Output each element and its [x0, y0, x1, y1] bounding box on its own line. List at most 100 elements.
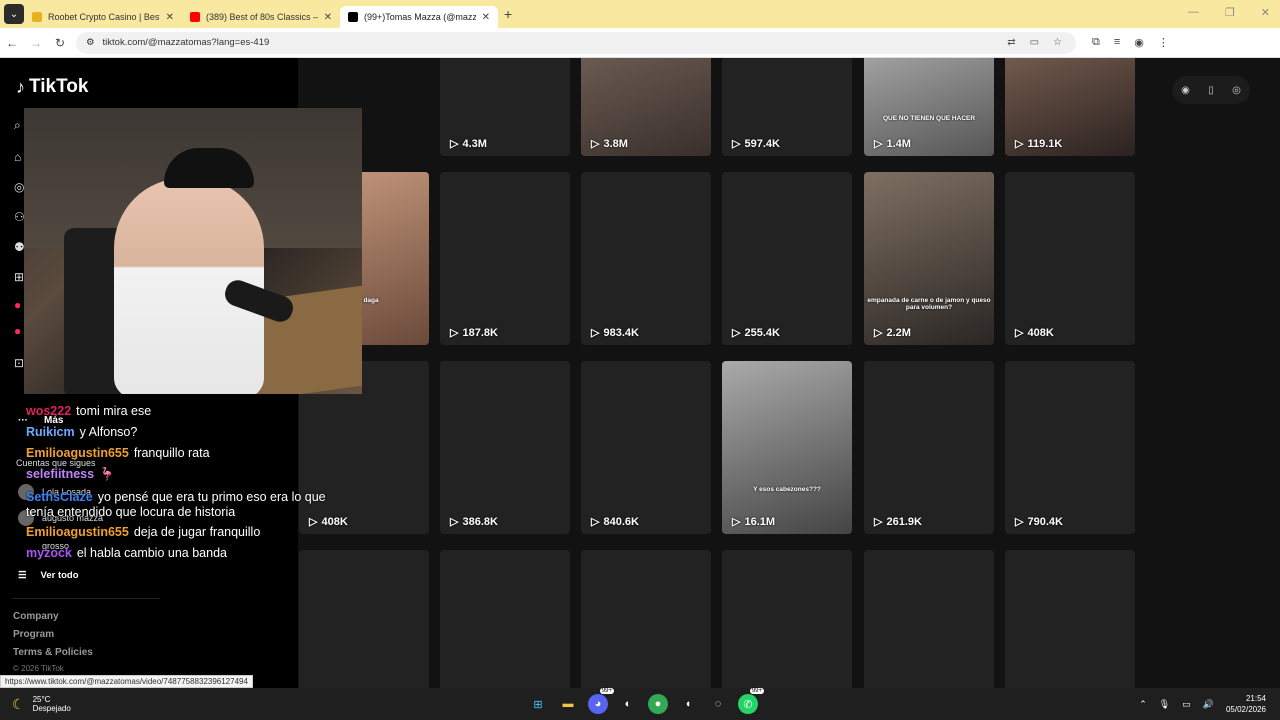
video-card[interactable]: ▷ 4.3M	[440, 58, 570, 156]
chat-message: Emilioagustin655 franquillo rata	[26, 446, 210, 460]
clock[interactable]: 21:54 05/02/2026	[1226, 693, 1266, 715]
obs-icon[interactable]: ◌	[708, 694, 728, 714]
discord-icon[interactable]: ◕ 99+	[588, 688, 614, 714]
volume-icon[interactable]: 🔊	[1203, 699, 1214, 710]
url-input[interactable]: ⚙ tiktok.com/@mazzatomas?lang=es-419 ⇄ ▭…	[76, 31, 1076, 54]
video-card[interactable]: ▷ 408K	[1005, 172, 1135, 345]
chat-text: franquillo rata	[133, 446, 210, 460]
chat-username: Emilioagustin655	[26, 525, 129, 539]
video-card[interactable]: ▷ 119.1K	[1005, 58, 1135, 156]
display-icon[interactable]: ▭	[1182, 699, 1191, 710]
site-info-icon[interactable]: ⚙	[86, 37, 95, 48]
view-count: ▷ 3.8M	[591, 137, 628, 151]
footer-link-terms[interactable]: Terms & Policies	[13, 647, 93, 658]
bookmark-star-icon[interactable]: ☆	[1053, 37, 1062, 48]
play-icon: ▷	[732, 327, 741, 339]
video-card[interactable]: ▷ 261.9K	[864, 361, 994, 534]
video-card[interactable]: ▷ 3.8M	[581, 58, 711, 156]
view-count: ▷ 983.4K	[591, 326, 639, 340]
menu-kebab-icon[interactable]: ⋮	[1158, 36, 1169, 49]
chat-username: myzock	[26, 546, 72, 560]
tab-roobet[interactable]: Roobet Crypto Casino | Best Bit ✕	[24, 6, 182, 28]
video-grid: ▷ 4.3M ▷ 3.8M ▷ 597.4K QUE NO TIENEN QUE HACER…	[298, 58, 1280, 688]
video-card[interactable]: Y esos cabezones??? ▷ 16.1M	[722, 361, 852, 534]
tab-search-button[interactable]: ⌄	[4, 4, 24, 24]
browser-toolbar: ⧉ ≡ ◉ ⋮	[1092, 36, 1169, 49]
chat-message: SethsClaze yo pensé que era tu primo eso …	[26, 490, 326, 504]
cast-icon[interactable]: ▭	[1030, 37, 1039, 48]
see-all-button[interactable]: ☰ Ver todo	[18, 570, 79, 581]
top-right-controls: ◉ ▯ ◎	[1172, 76, 1250, 104]
tiktok-logo[interactable]: ♪ TikTok	[16, 76, 88, 98]
microphone-icon[interactable]: 🎙	[1159, 699, 1170, 710]
view-count: ▷ 261.9K	[874, 515, 922, 529]
minimize-icon[interactable]: —	[1188, 6, 1199, 19]
weather-widget[interactable]: ☾ 25°C Despejado	[12, 695, 71, 713]
maximize-icon[interactable]: ❐	[1225, 6, 1235, 19]
back-icon[interactable]: ←	[0, 36, 24, 50]
profile-icon[interactable]: ◉	[1134, 36, 1144, 49]
tab-title: (99+)Tomas Mazza (@mazzatom	[364, 12, 476, 22]
view-count-text: 790.4K	[1027, 515, 1063, 528]
video-card[interactable]	[864, 550, 994, 688]
notification-badge: 99+	[749, 688, 764, 694]
footer-link-company[interactable]: Company	[13, 611, 59, 622]
chat-text: deja de jugar franquillo	[133, 525, 261, 539]
moon-icon: ☾	[12, 695, 25, 712]
footer-link-program[interactable]: Program	[13, 629, 54, 640]
video-card[interactable]: ▷ 386.8K	[440, 361, 570, 534]
video-card[interactable]: QUE NO TIENEN QUE HACER ▷ 1.4M	[864, 58, 994, 156]
video-card[interactable]	[722, 550, 852, 688]
video-card[interactable]	[581, 550, 711, 688]
view-count-text: 261.9K	[886, 515, 922, 528]
view-count: ▷ 1.4M	[874, 137, 911, 151]
video-card[interactable]	[1005, 550, 1135, 688]
reload-icon[interactable]: ↻	[48, 36, 72, 50]
view-count-text: 1.4M	[886, 137, 911, 150]
epic-icon[interactable]: ◖	[678, 694, 698, 714]
close-window-icon[interactable]: ✕	[1261, 6, 1270, 19]
video-card[interactable]: empanada de carne o de jamon y queso par…	[864, 172, 994, 345]
video-card[interactable]: ▷ 840.6K	[581, 361, 711, 534]
video-card[interactable]: ▷ 187.8K	[440, 172, 570, 345]
view-count: ▷ 408K	[1015, 326, 1054, 340]
file-explorer-icon[interactable]: ▬	[558, 694, 578, 714]
whatsapp-icon[interactable]: ✆ 99+	[738, 688, 764, 714]
video-card[interactable]: ▷ 597.4K	[722, 58, 852, 156]
tab-tiktok[interactable]: (99+)Tomas Mazza (@mazzatom ✕	[340, 6, 498, 28]
video-card[interactable]: ▷ 255.4K	[722, 172, 852, 345]
view-count: ▷ 408K	[309, 515, 348, 529]
coin-icon[interactable]: ◉	[1181, 85, 1190, 96]
view-count-text: 119.1K	[1027, 137, 1063, 150]
view-count-text: 2.2M	[886, 326, 911, 339]
video-card[interactable]	[299, 550, 429, 688]
view-count-text: 187.8K	[462, 326, 498, 339]
steam-icon[interactable]: ◐	[618, 694, 638, 714]
device-icon[interactable]: ▯	[1208, 85, 1214, 96]
extensions-icon[interactable]: ⧉	[1092, 36, 1100, 49]
tab-title: Roobet Crypto Casino | Best Bit	[48, 12, 160, 22]
view-count: ▷ 790.4K	[1015, 515, 1063, 529]
tab-youtube[interactable]: (389) Best of 80s Classics – Icon ✕	[182, 6, 340, 28]
video-card[interactable]	[440, 550, 570, 688]
close-icon[interactable]: ✕	[324, 12, 332, 23]
omnibox-actions: ⇄ ▭ ☆	[1007, 37, 1076, 48]
tray-chevron-icon[interactable]: ⌃	[1139, 699, 1147, 710]
profile-avatar[interactable]: ◎	[1232, 85, 1241, 96]
chrome-icon[interactable]: ●	[648, 694, 668, 714]
close-icon[interactable]: ✕	[166, 12, 174, 23]
video-card[interactable]: ▷ 983.4K	[581, 172, 711, 345]
view-count-text: 386.8K	[462, 515, 498, 528]
video-card[interactable]: ▷ 790.4K	[1005, 361, 1135, 534]
browser-tab-bar: ⌄ Roobet Crypto Casino | Best Bit ✕ (389…	[0, 0, 1280, 28]
youtube-favicon-icon	[190, 12, 200, 22]
view-count: ▷ 597.4K	[732, 137, 780, 151]
chat-username: wos222	[26, 404, 72, 418]
media-icon[interactable]: ≡	[1114, 36, 1120, 49]
translate-icon[interactable]: ⇄	[1007, 37, 1015, 48]
forward-icon[interactable]: →	[24, 36, 48, 50]
windows-start-icon[interactable]: ⊞	[528, 694, 548, 714]
divider	[12, 598, 160, 599]
close-icon[interactable]: ✕	[482, 12, 490, 23]
new-tab-button[interactable]: +	[504, 6, 512, 22]
